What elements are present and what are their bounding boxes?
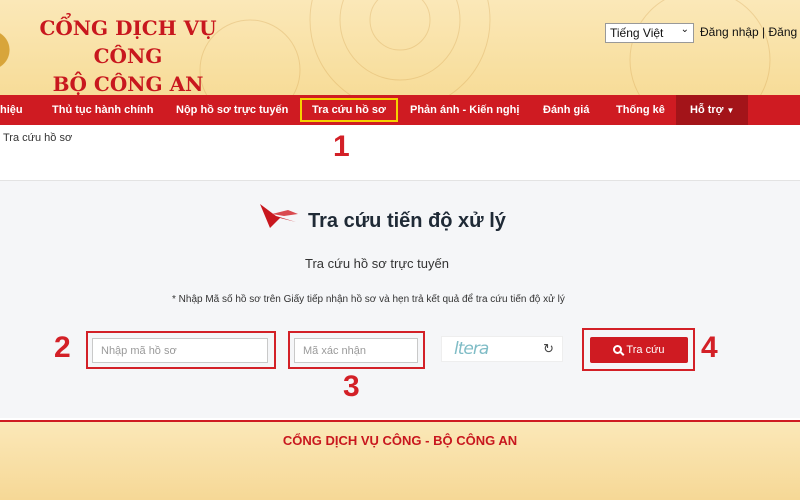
annotation-box-3 <box>288 331 425 369</box>
instruction-note: * Nhập Mã số hồ sơ trên Giấy tiếp nhận h… <box>172 294 565 305</box>
nav-item-submit-online[interactable]: Nộp hồ sơ trực tuyến <box>176 95 288 125</box>
lookup-logo-icon <box>260 204 298 228</box>
annotation-box-4 <box>582 328 695 371</box>
language-select[interactable]: Tiếng Việt ⌄ <box>605 23 694 43</box>
captcha-text: ltera <box>454 339 489 359</box>
nav-item-rating[interactable]: Đánh giá <box>543 95 589 125</box>
site-title-line1: CỔNG DỊCH VỤ CÔNG <box>39 16 217 68</box>
refresh-icon[interactable]: ↻ <box>543 341 554 357</box>
annotation-number-4: 4 <box>701 331 718 364</box>
nav-item-intro[interactable]: hiệu <box>0 95 23 125</box>
footer-text: CỔNG DỊCH VỤ CÔNG - BỘ CÔNG AN <box>282 433 518 448</box>
nav-item-support-label: Hỗ trợ <box>690 104 724 116</box>
annotation-box-2 <box>86 331 276 369</box>
site-footer: CỔNG DỊCH VỤ CÔNG - BỘ CÔNG AN <box>0 420 800 500</box>
annotation-number-2: 2 <box>54 331 71 364</box>
site-title[interactable]: CỔNG DỊCH VỤ CÔNG BỘ CÔNG AN <box>28 14 228 95</box>
breadcrumb: Tra cứu hồ sơ <box>3 132 73 144</box>
nav-item-procedures[interactable]: Thủ tục hành chính <box>52 95 153 125</box>
nav-item-lookup[interactable]: Tra cứu hồ sơ <box>300 98 398 122</box>
nav-item-support[interactable]: Hỗ trợ ▼ <box>676 95 749 125</box>
captcha-image: ltera ↻ <box>441 336 563 362</box>
chevron-down-icon: ⌄ <box>680 24 689 35</box>
auth-links[interactable]: Đăng nhập | Đăng <box>700 25 797 39</box>
main-nav: hiệu Thủ tục hành chính Nộp hồ sơ trực t… <box>0 95 800 125</box>
nav-item-statistics[interactable]: Thống kê <box>616 95 665 125</box>
nav-item-feedback[interactable]: Phản ánh - Kiến nghị <box>410 95 519 125</box>
annotation-number-3: 3 <box>343 370 360 403</box>
annotation-number-1: 1 <box>333 130 350 163</box>
panel-subtitle: Tra cứu hồ sơ trực tuyến <box>305 256 449 271</box>
site-title-line2: BỘ CÔNG AN <box>52 72 204 95</box>
caret-down-icon: ▼ <box>726 106 735 115</box>
language-value: Tiếng Việt <box>610 26 664 40</box>
panel-title: Tra cứu tiến độ xử lý <box>308 210 506 232</box>
emblem-icon <box>0 25 10 75</box>
site-header: CỔNG DỊCH VỤ CÔNG BỘ CÔNG AN Tiếng Việt … <box>0 0 800 95</box>
